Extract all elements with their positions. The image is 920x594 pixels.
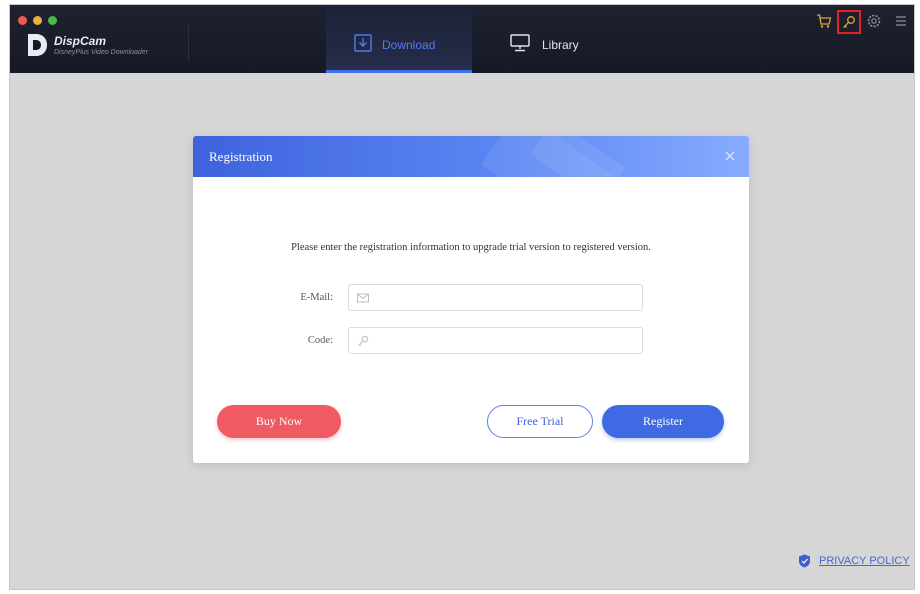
code-input[interactable] <box>377 332 635 350</box>
divider <box>188 25 189 61</box>
close-window-button[interactable] <box>18 16 27 25</box>
tab-download-label: Download <box>382 38 436 52</box>
privacy-policy-label: PRIVACY POLICY <box>819 555 910 567</box>
code-label: Code: <box>307 335 333 346</box>
registration-key-button[interactable] <box>837 10 861 34</box>
minimize-window-button[interactable] <box>33 16 42 25</box>
title-bar: DispCam DisneyPlus Video Downloader Down… <box>10 5 914 73</box>
download-icon <box>354 34 372 52</box>
menu-icon[interactable] <box>895 15 907 27</box>
app-name: DispCam <box>54 34 107 48</box>
tab-library-label: Library <box>542 38 579 52</box>
registration-dialog: Registration Please enter the registrati… <box>193 136 749 463</box>
dialog-title: Registration <box>209 149 273 164</box>
window-controls <box>18 16 57 25</box>
key-icon <box>358 335 369 346</box>
zoom-window-button[interactable] <box>48 16 57 25</box>
free-trial-button[interactable]: Free Trial <box>487 405 593 438</box>
tab-download[interactable]: Download <box>326 5 472 73</box>
monitor-icon <box>510 34 530 52</box>
app-logo-icon <box>28 34 47 56</box>
key-icon <box>843 16 855 28</box>
email-field[interactable] <box>348 284 643 311</box>
mail-icon <box>357 293 369 303</box>
gear-icon[interactable] <box>866 13 882 29</box>
email-label: E-Mail: <box>300 292 333 303</box>
privacy-policy-link[interactable]: PRIVACY POLICY <box>798 554 910 568</box>
buy-now-button[interactable]: Buy Now <box>217 405 341 438</box>
cart-icon[interactable] <box>816 13 832 29</box>
close-icon[interactable] <box>724 150 736 162</box>
dialog-message: Please enter the registration informatio… <box>291 242 651 253</box>
email-input[interactable] <box>377 289 635 307</box>
shield-icon <box>799 554 810 568</box>
register-button[interactable]: Register <box>602 405 724 438</box>
app-subtitle: DisneyPlus Video Downloader <box>54 49 149 56</box>
tab-library[interactable]: Library <box>500 5 620 73</box>
dialog-header: Registration <box>193 136 749 177</box>
code-field[interactable] <box>348 327 643 354</box>
